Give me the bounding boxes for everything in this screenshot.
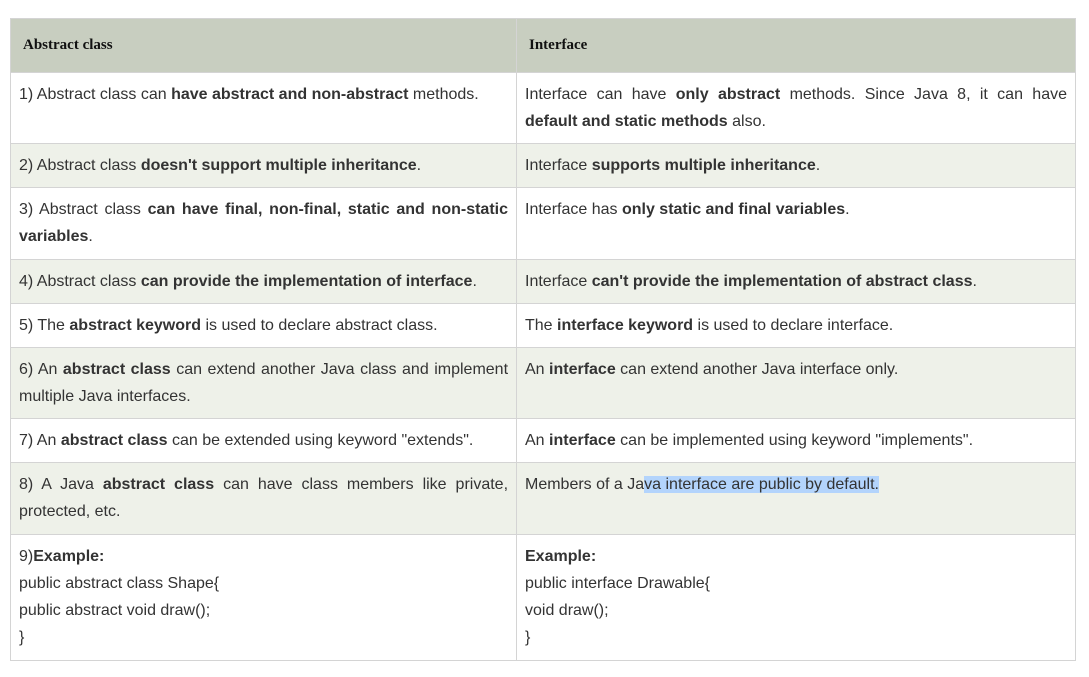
interface-cell: Interface supports multiple inheritance. [516,143,1076,188]
cell-text: is used to declare interface. [693,317,894,334]
cell-text: . [815,157,821,174]
cell-text: . [972,273,977,290]
cell-text: . [416,157,422,174]
table-row: 2) Abstract class doesn't support multip… [10,143,1076,188]
cell-text: Interface can have [525,86,676,103]
abstract-cell: 5) The abstract keyword is used to decla… [10,303,517,348]
cell-text: 5) The [19,317,70,334]
abstract-example-cell: 9)Example: public abstract class Shape{ … [10,534,517,661]
header-abstract-class: Abstract class [10,18,517,73]
abstract-cell: 2) Abstract class doesn't support multip… [10,143,517,188]
cell-bold-text: abstract class [102,476,215,493]
comparison-table-container: Abstract class Interface 1) Abstract cla… [10,18,1076,661]
cell-bold-text: supports multiple inheritance [591,157,816,174]
interface-cell: Members of a Java interface are public b… [516,462,1076,535]
cell-bold-text: abstract class [62,361,171,378]
cell-bold-text: abstract class [60,432,168,449]
table-row: 6) An abstract class can extend another … [10,347,1076,419]
interface-example-cell: Example: public interface Drawable{ void… [516,534,1076,661]
example-title: Example: [525,548,597,565]
interface-cell: Interface can have only abstract methods… [516,72,1076,144]
cell-bold-text: interface [549,432,616,449]
cell-text: can be implemented using keyword "implem… [615,432,974,449]
cell-bold-text: abstract keyword [69,317,202,334]
cell-bold-text: only abstract [675,86,781,103]
cell-bold-text: have abstract and non-abstract [171,86,409,103]
interface-cell: The interface keyword is used to declare… [516,303,1076,348]
selected-text-highlight[interactable]: va interface are public by default. [644,476,879,493]
example-heading: 9)Example: [19,543,508,570]
cell-text: 8) A Java [19,476,103,493]
cell-text[interactable]: Members of a Ja [525,476,644,493]
cell-text: Interface [525,157,592,174]
table-row: 3) Abstract class can have final, non-fi… [10,187,1076,260]
cell-text: is used to declare abstract class. [201,317,438,334]
interface-cell: Interface can't provide the implementati… [516,259,1076,304]
cell-text: methods. [408,86,479,103]
table-row: 8) A Java abstract class can have class … [10,462,1076,535]
abstract-cell: 3) Abstract class can have final, non-fi… [10,187,517,260]
cell-text: . [88,228,93,245]
example-title: Example: [33,548,105,565]
cell-text: 2) Abstract class [19,157,141,174]
code-line: public interface Drawable{ [525,575,710,592]
cell-text: The [525,317,558,334]
cell-bold-text: interface [549,361,616,378]
cell-bold-text: interface keyword [557,317,694,334]
cell-text: An [525,361,550,378]
row-number: 9) [19,548,34,565]
cell-text: . [472,273,477,290]
cell-bold-text: can't provide the implementation of abst… [591,273,973,290]
table-row: 9)Example: public abstract class Shape{ … [10,534,1076,661]
cell-text: 6) An [19,361,63,378]
header-interface: Interface [516,18,1076,73]
table-row: 4) Abstract class can provide the implem… [10,259,1076,304]
code-line: } [525,629,531,646]
comparison-table: Abstract class Interface 1) Abstract cla… [10,18,1076,661]
cell-text: methods. Since Java 8, it can have [780,86,1068,103]
code-line: void draw(); [525,602,609,619]
cell-text: can be extended using keyword "extends". [167,432,474,449]
abstract-cell: 1) Abstract class can have abstract and … [10,72,517,144]
cell-text: 3) Abstract class [19,201,148,218]
cell-text: An [525,432,550,449]
abstract-cell: 8) A Java abstract class can have class … [10,462,517,535]
interface-cell: Interface has only static and final vari… [516,187,1076,260]
cell-text: 1) Abstract class can [19,86,172,103]
cell-text: also. [727,113,766,130]
code-line: } [19,629,25,646]
table-row: 5) The abstract keyword is used to decla… [10,303,1076,348]
cell-text: Interface has [525,201,622,218]
cell-text: 4) Abstract class [19,273,141,290]
abstract-cell: 4) Abstract class can provide the implem… [10,259,517,304]
example-heading: Example: [525,543,1067,570]
cell-bold-text: can provide the implementation of interf… [140,273,473,290]
cell-text: 7) An [19,432,61,449]
cell-bold-text: doesn't support multiple inheritance [140,157,417,174]
cell-text: . [845,201,850,218]
cell-text: can extend another Java interface only. [615,361,899,378]
table-row: 1) Abstract class can have abstract and … [10,72,1076,144]
cell-bold-text: default and static methods [525,113,728,130]
interface-cell: An interface can extend another Java int… [516,347,1076,419]
cell-bold-text: only static and final variables [621,201,846,218]
code-line: public abstract void draw(); [19,602,211,619]
table-row: 7) An abstract class can be extended usi… [10,418,1076,463]
cell-text: Interface [525,273,592,290]
abstract-cell: 7) An abstract class can be extended usi… [10,418,517,463]
header-row: Abstract class Interface [10,18,1076,73]
code-line: public abstract class Shape{ [19,575,220,592]
interface-cell: An interface can be implemented using ke… [516,418,1076,463]
abstract-cell: 6) An abstract class can extend another … [10,347,517,419]
